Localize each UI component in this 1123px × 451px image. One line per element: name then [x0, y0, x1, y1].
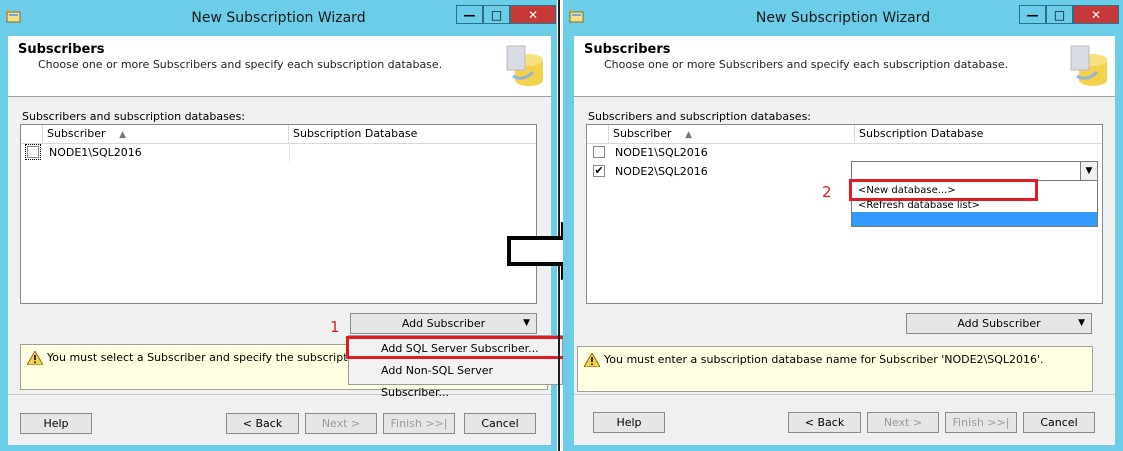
page-subtitle: Choose one or more Subscribers and speci…	[38, 58, 443, 71]
table-row[interactable]: NODE1\SQL2016	[21, 144, 536, 162]
database-icon	[1070, 45, 1107, 86]
option-highlighted[interactable]	[852, 212, 1097, 226]
subscription-database-combo[interactable]: ▼	[851, 161, 1098, 181]
maximize-button[interactable]: □	[1046, 5, 1073, 24]
wizard-client: Subscribers Choose one or more Subscribe…	[574, 36, 1115, 445]
page-subtitle: Choose one or more Subscribers and speci…	[604, 58, 1009, 71]
annotation-box-1	[346, 336, 566, 359]
subscriber-name: NODE1\SQL2016	[615, 146, 708, 159]
next-button[interactable]: Next >	[867, 412, 939, 433]
page-title: Subscribers	[584, 42, 671, 57]
minimize-button[interactable]: —	[1019, 5, 1046, 24]
add-subscriber-button[interactable]: Add Subscriber ▼	[350, 313, 537, 334]
column-subscriber[interactable]: Subscriber ▲	[609, 125, 855, 143]
table-row[interactable]: NODE1\SQL2016	[587, 144, 1102, 162]
column-database[interactable]: Subscription Database	[855, 125, 1103, 143]
close-button[interactable]: ✕	[1073, 5, 1119, 24]
column-subscriber[interactable]: Subscriber ▲	[43, 125, 289, 143]
subscriber-checkbox[interactable]	[593, 146, 605, 158]
subscriber-checkbox[interactable]: ✔	[593, 165, 605, 177]
help-button[interactable]: Help	[593, 412, 665, 433]
wizard-header: Subscribers Choose one or more Subscribe…	[8, 36, 551, 97]
menu-item-non-sql-server[interactable]: Add Non-SQL Server Subscriber...	[349, 360, 562, 399]
dropdown-arrow-icon: ▼	[523, 318, 530, 328]
back-button[interactable]: < Back	[788, 412, 861, 433]
close-button[interactable]: ✕	[510, 5, 556, 24]
dropdown-arrow-icon: ▼	[1078, 318, 1085, 328]
finish-button[interactable]: Finish >>|	[945, 412, 1017, 433]
sort-ascending-icon: ▲	[685, 130, 692, 140]
grid-header: Subscriber ▲ Subscription Database	[587, 125, 1102, 144]
step-number-1: 1	[330, 318, 340, 336]
header-check-column	[21, 125, 43, 143]
message-panel: You must enter a subscription database n…	[577, 346, 1093, 392]
cancel-button[interactable]: Cancel	[464, 413, 536, 434]
chevron-down-icon[interactable]: ▼	[1080, 162, 1097, 180]
warning-icon	[27, 351, 43, 365]
add-subscriber-button[interactable]: Add Subscriber ▼	[906, 313, 1092, 334]
database-icon	[506, 45, 543, 86]
footer-divider	[8, 394, 551, 395]
section-label: Subscribers and subscription databases:	[588, 110, 812, 123]
footer-divider	[574, 394, 1115, 395]
add-subscriber-label: Add Subscriber	[401, 317, 486, 330]
header-check-column	[587, 125, 609, 143]
back-button[interactable]: < Back	[226, 413, 299, 434]
warning-icon	[584, 353, 600, 367]
subscribers-grid: Subscriber ▲ Subscription Database NODE1…	[20, 124, 537, 304]
step-number-2: 2	[822, 183, 832, 201]
next-button[interactable]: Next >	[305, 413, 377, 434]
title-bar: New Subscription Wizard — □ ✕	[0, 0, 557, 36]
column-subscriber-label: Subscriber	[47, 127, 106, 140]
sort-ascending-icon: ▲	[119, 130, 126, 140]
section-label: Subscribers and subscription databases:	[22, 110, 246, 123]
subscriber-checkbox[interactable]	[25, 144, 41, 160]
help-button[interactable]: Help	[20, 413, 92, 434]
wizard-header: Subscribers Choose one or more Subscribe…	[574, 36, 1115, 97]
column-database[interactable]: Subscription Database	[289, 125, 537, 143]
minimize-button[interactable]: —	[456, 5, 483, 24]
annotation-box-2	[849, 179, 1038, 201]
maximize-button[interactable]: □	[483, 5, 510, 24]
add-subscriber-label: Add Subscriber	[957, 317, 1041, 330]
subscriber-name: NODE1\SQL2016	[49, 146, 142, 159]
column-subscriber-label: Subscriber	[613, 127, 672, 140]
finish-button[interactable]: Finish >>|	[383, 413, 455, 434]
validation-message: You must enter a subscription database n…	[604, 353, 1044, 366]
grid-header: Subscriber ▲ Subscription Database	[21, 125, 536, 144]
cancel-button[interactable]: Cancel	[1023, 412, 1095, 433]
page-title: Subscribers	[18, 42, 105, 57]
subscriber-name: NODE2\SQL2016	[615, 165, 708, 178]
cell-divider	[289, 144, 290, 162]
title-bar: New Subscription Wizard — □ ✕	[563, 0, 1123, 36]
